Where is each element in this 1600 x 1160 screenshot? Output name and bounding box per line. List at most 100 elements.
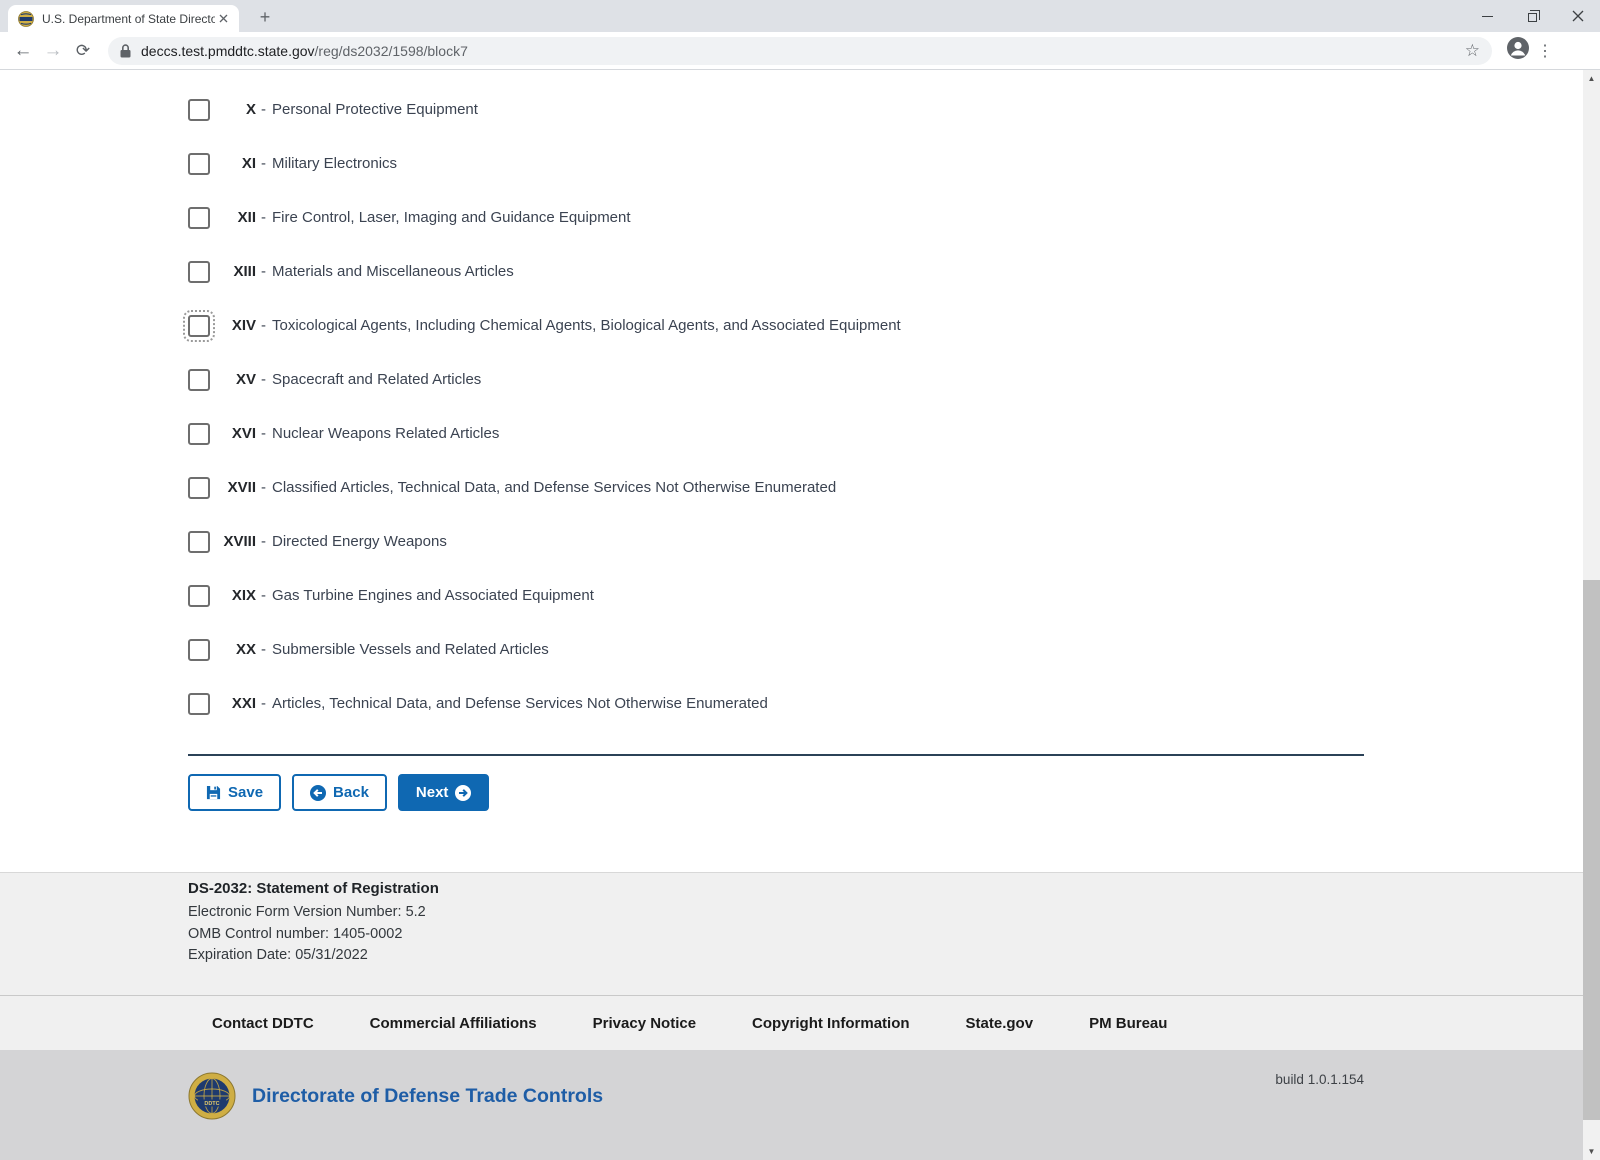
form-omb-number: OMB Control number: 1405-0002 <box>188 925 403 942</box>
category-checkbox[interactable] <box>188 584 210 607</box>
usml-category-row[interactable]: XX - Submersible Vessels and Related Art… <box>188 638 901 661</box>
category-checkbox[interactable] <box>188 638 210 661</box>
reload-icon[interactable]: ⟳ <box>68 41 98 61</box>
category-checkbox[interactable] <box>188 368 210 391</box>
category-numeral: XX <box>235 641 256 658</box>
back-circle-icon <box>310 784 327 801</box>
page-viewport: X - Personal Protective Equipment XI - M… <box>0 70 1600 1160</box>
category-checkbox[interactable] <box>188 152 210 175</box>
back-button-label: Back <box>333 784 369 801</box>
usml-category-row[interactable]: XI - Military Electronics <box>188 152 901 175</box>
branding-footer: DDTC Directorate of Defense Trade Contro… <box>0 1050 1600 1160</box>
browser-titlebar: U.S. Department of State Directo + <box>0 0 1600 32</box>
category-checkbox[interactable] <box>188 260 210 283</box>
browser-toolbar: ← → ⟳ deccs.test.pmddtc.state.gov/reg/ds… <box>0 32 1600 70</box>
usml-category-row[interactable]: XVIII - Directed Energy Weapons <box>188 530 901 553</box>
tab-close-icon[interactable] <box>215 11 231 27</box>
category-numeral: XVIII <box>223 533 256 550</box>
usml-category-row[interactable]: XII - Fire Control, Laser, Imaging and G… <box>188 206 901 229</box>
category-label: Personal Protective Equipment <box>272 101 478 118</box>
category-separator: - <box>261 263 266 280</box>
form-expiration: Expiration Date: 05/31/2022 <box>188 947 368 963</box>
category-checkbox[interactable] <box>188 476 210 499</box>
usml-category-row[interactable]: XXI - Articles, Technical Data, and Defe… <box>188 692 901 715</box>
category-label: Fire Control, Laser, Imaging and Guidanc… <box>272 209 631 226</box>
category-separator: - <box>261 587 266 604</box>
window-restore-button[interactable] <box>1510 0 1555 32</box>
footer-link[interactable]: Contact DDTC <box>212 1015 314 1032</box>
category-numeral: XVI <box>231 425 256 442</box>
next-button[interactable]: Next <box>397 774 490 811</box>
form-version: Electronic Form Version Number: 5.2 <box>188 904 426 920</box>
footer-link[interactable]: PM Bureau <box>1089 1015 1167 1032</box>
window-controls <box>1465 0 1600 32</box>
category-checkbox[interactable] <box>188 530 210 553</box>
org-title[interactable]: Directorate of Defense Trade Controls <box>252 1085 603 1108</box>
category-checkbox[interactable] <box>188 692 210 715</box>
footer-link[interactable]: Commercial Affiliations <box>370 1015 537 1032</box>
new-tab-button[interactable]: + <box>253 8 277 28</box>
window-close-button[interactable] <box>1555 0 1600 32</box>
save-floppy-icon <box>206 785 221 800</box>
restore-icon <box>1528 9 1540 22</box>
lock-icon <box>120 43 131 57</box>
category-checkbox[interactable] <box>183 309 215 342</box>
footer-link[interactable]: State.gov <box>966 1015 1034 1032</box>
usml-category-row[interactable]: XIX - Gas Turbine Engines and Associated… <box>188 584 901 607</box>
close-icon <box>1572 10 1583 22</box>
usml-category-row[interactable]: XVI - Nuclear Weapons Related Articles <box>188 422 901 445</box>
category-label: Submersible Vessels and Related Articles <box>272 641 549 658</box>
back-button[interactable]: Back <box>292 774 387 811</box>
category-checkbox[interactable] <box>188 206 210 229</box>
favicon-seal-icon <box>18 10 34 27</box>
category-label: Materials and Miscellaneous Articles <box>272 263 514 280</box>
usml-category-row[interactable]: XV - Spacecraft and Related Articles <box>188 368 901 391</box>
minimize-icon <box>1482 15 1493 17</box>
category-label: Military Electronics <box>272 155 398 172</box>
url-path: /reg/ds2032/1598/block7 <box>314 42 468 59</box>
footer-link[interactable]: Privacy Notice <box>593 1015 696 1032</box>
browser-menu-icon[interactable]: ⋮ <box>1532 41 1558 61</box>
usml-category-list: X - Personal Protective Equipment XI - M… <box>183 98 901 746</box>
usml-category-row[interactable]: X - Personal Protective Equipment <box>188 98 901 121</box>
category-separator: - <box>261 695 266 712</box>
url-domain: deccs.test.pmddtc.state.gov <box>141 42 315 59</box>
category-checkbox[interactable] <box>188 98 210 121</box>
save-button[interactable]: Save <box>188 774 282 811</box>
brand-block: DDTC Directorate of Defense Trade Contro… <box>188 1072 603 1120</box>
category-label: Classified Articles, Technical Data, and… <box>272 479 837 496</box>
category-separator: - <box>261 371 266 388</box>
next-button-label: Next <box>415 784 449 801</box>
category-checkbox[interactable] <box>188 422 210 445</box>
category-numeral: XV <box>235 371 256 388</box>
usml-category-row[interactable]: XIV - Toxicological Agents, Including Ch… <box>183 309 901 342</box>
page-scrollbar[interactable]: ▲ ▼ <box>1583 70 1600 1160</box>
window-minimize-button[interactable] <box>1465 0 1510 32</box>
scrollbar-up-icon[interactable]: ▲ <box>1583 70 1600 87</box>
form-title: DS-2032: Statement of Registration <box>188 880 439 897</box>
category-label: Spacecraft and Related Articles <box>272 371 482 388</box>
category-label: Toxicological Agents, Including Chemical… <box>272 317 901 334</box>
scrollbar-thumb[interactable] <box>1583 580 1600 1120</box>
next-circle-icon <box>455 784 472 801</box>
category-numeral: XIII <box>233 263 256 280</box>
footer-link[interactable]: Copyright Information <box>752 1015 910 1032</box>
usml-category-row[interactable]: XVII - Classified Articles, Technical Da… <box>188 476 901 499</box>
profile-avatar-icon[interactable] <box>1506 36 1530 65</box>
category-numeral: XIV <box>231 317 256 334</box>
browser-tab[interactable]: U.S. Department of State Directo <box>8 5 239 32</box>
category-numeral: XVII <box>227 479 256 496</box>
category-numeral: XII <box>237 209 256 226</box>
back-nav-icon[interactable]: ← <box>8 40 38 62</box>
address-bar[interactable]: deccs.test.pmddtc.state.gov/reg/ds2032/1… <box>108 36 1492 65</box>
ddtc-seal-logo: DDTC <box>188 1072 236 1120</box>
scrollbar-down-icon[interactable]: ▼ <box>1583 1143 1600 1160</box>
bookmark-star-icon[interactable]: ☆ <box>1465 41 1480 61</box>
category-label: Nuclear Weapons Related Articles <box>272 425 500 442</box>
category-separator: - <box>261 209 266 226</box>
forward-nav-icon: → <box>43 39 63 61</box>
save-button-label: Save <box>228 784 264 801</box>
category-separator: - <box>261 425 266 442</box>
category-separator: - <box>261 533 266 550</box>
usml-category-row[interactable]: XIII - Materials and Miscellaneous Artic… <box>188 260 901 283</box>
